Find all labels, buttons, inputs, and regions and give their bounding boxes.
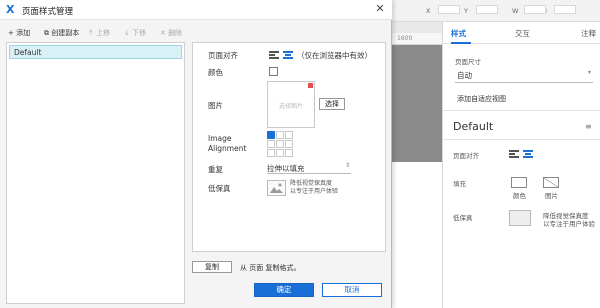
- low-fi-text-2: 以专注于用户体验: [543, 220, 595, 228]
- inspector-page-align-label: 页面对齐: [453, 152, 479, 160]
- color-swatch[interactable]: [269, 67, 278, 76]
- chevron-updown-icon: ⇕: [344, 162, 350, 169]
- style-properties-panel: 页面对齐 （仅在浏览器中有效） 颜色 图片 选择图片 选择 Image Alig…: [192, 42, 386, 252]
- style-toolbar: + 添加 ⧉ 创建副本 ↑ 上移 ↓ 下移 ✕ 删除: [0, 25, 392, 39]
- color-label: 颜色: [208, 68, 223, 77]
- align-center-icon[interactable]: [523, 150, 533, 158]
- clear-image-icon[interactable]: [308, 83, 313, 88]
- y-coord-input[interactable]: [470, 5, 498, 14]
- image-alignment-label-1: Image: [208, 134, 232, 143]
- move-up-button[interactable]: ↑ 上移: [88, 28, 110, 38]
- page-style-manager-dialog: X 页面样式管理 ✕ + 添加 ⧉ 创建副本 ↑ 上移 ↓ 下移 ✕ 删除 De…: [0, 0, 392, 308]
- fill-image-swatch[interactable]: [543, 177, 559, 188]
- list-item[interactable]: Default: [9, 45, 182, 59]
- align-cell-top-left[interactable]: [267, 131, 275, 139]
- align-center-icon[interactable]: [283, 51, 293, 59]
- fill-color-swatch[interactable]: [511, 177, 527, 188]
- low-fidelity-text-2: 以专注于用户体验: [290, 187, 339, 195]
- image-label: 图片: [208, 101, 223, 110]
- dialog-title: 页面样式管理: [22, 7, 74, 17]
- low-fi-image-icon[interactable]: [509, 210, 531, 226]
- low-fidelity-label: 低保真: [208, 184, 231, 193]
- y-coord-label: Y: [464, 7, 468, 15]
- close-icon[interactable]: ✕: [374, 3, 386, 15]
- style-name: Default: [453, 120, 494, 133]
- repeat-label: 重复: [208, 165, 223, 174]
- tab-interaction[interactable]: 交互: [515, 28, 530, 39]
- align-cell-top-right[interactable]: [285, 131, 293, 139]
- ruler-label: 1600: [397, 35, 413, 42]
- duplicate-button[interactable]: ⧉ 创建副本: [44, 28, 79, 38]
- divider: [443, 139, 600, 140]
- copy-button[interactable]: 复制: [192, 261, 232, 273]
- align-cell-middle-center[interactable]: [276, 140, 284, 148]
- page-align-label: 页面对齐: [208, 51, 238, 60]
- coordinates-toolbar: X Y W H: [392, 0, 600, 22]
- choose-image-button[interactable]: 选择: [319, 98, 345, 110]
- image-alignment-grid: [267, 131, 295, 159]
- align-cell-bottom-left[interactable]: [267, 149, 275, 157]
- align-left-icon[interactable]: [269, 51, 279, 59]
- w-coord-input[interactable]: [518, 5, 546, 14]
- tab-style[interactable]: 样式: [451, 28, 466, 39]
- page-size-label: 页面尺寸: [455, 58, 481, 66]
- align-cell-bottom-center[interactable]: [276, 149, 284, 157]
- image-alignment-label-2: Alignment: [208, 144, 247, 153]
- edit-style-icon[interactable]: ≡: [585, 122, 592, 131]
- tab-notes[interactable]: 注释: [581, 28, 596, 39]
- cancel-button[interactable]: 取消: [322, 283, 382, 297]
- inspector-low-fi-label: 低保真: [453, 214, 473, 222]
- add-button[interactable]: + 添加: [8, 28, 30, 38]
- align-cell-middle-left[interactable]: [267, 140, 275, 148]
- ruler: 1600: [392, 33, 442, 45]
- align-cell-middle-right[interactable]: [285, 140, 293, 148]
- chevron-down-icon: ▾: [587, 69, 591, 76]
- fill-label: 填充: [453, 180, 466, 188]
- repeat-select[interactable]: 拉伸以填充 ⇕: [267, 162, 351, 174]
- low-fidelity-text-1: 降低视觉保真度: [290, 180, 333, 187]
- page-size-value: 自动: [457, 71, 472, 80]
- low-fidelity-image-icon[interactable]: [267, 180, 286, 196]
- align-cell-top-center[interactable]: [276, 131, 284, 139]
- inspector-panel: 样式 交互 注释 页面尺寸 自动 ▾ 添加自适应视图 Default ≡ 页面对…: [442, 22, 600, 308]
- fill-color-label: 颜色: [513, 192, 526, 200]
- copy-format-text: 从 页面 复制格式。: [240, 264, 301, 272]
- align-left-icon[interactable]: [509, 150, 519, 158]
- image-preview[interactable]: 选择图片: [267, 81, 315, 128]
- active-tab-indicator: [451, 42, 471, 44]
- align-cell-bottom-right[interactable]: [285, 149, 293, 157]
- low-fidelity-description: 降低视觉保真度 以专注于用户体验: [290, 180, 338, 195]
- divider: [443, 110, 600, 111]
- move-down-button[interactable]: ↓ 下移: [124, 28, 146, 38]
- delete-button[interactable]: ✕ 删除: [160, 28, 182, 38]
- title-bar: X 页面样式管理 ✕: [0, 0, 392, 20]
- page-size-select[interactable]: 自动 ▾: [455, 67, 593, 83]
- canvas-shaded-area: [392, 45, 442, 162]
- app-logo-icon: X: [6, 3, 15, 16]
- add-adaptive-view-link[interactable]: 添加自适应视图: [457, 94, 506, 104]
- style-list: Default: [6, 42, 185, 304]
- ok-button[interactable]: 确定: [254, 283, 314, 297]
- page-align-note: （仅在浏览器中有效）: [297, 51, 372, 60]
- inspector-tabs: 样式 交互 注释: [443, 22, 600, 44]
- image-placeholder: 选择图片: [278, 103, 303, 110]
- repeat-value: 拉伸以填充: [267, 164, 305, 173]
- fill-image-label: 图片: [545, 192, 558, 200]
- x-coord-input[interactable]: [432, 5, 460, 14]
- h-coord-input[interactable]: [548, 5, 576, 14]
- x-coord-label: X: [426, 7, 431, 15]
